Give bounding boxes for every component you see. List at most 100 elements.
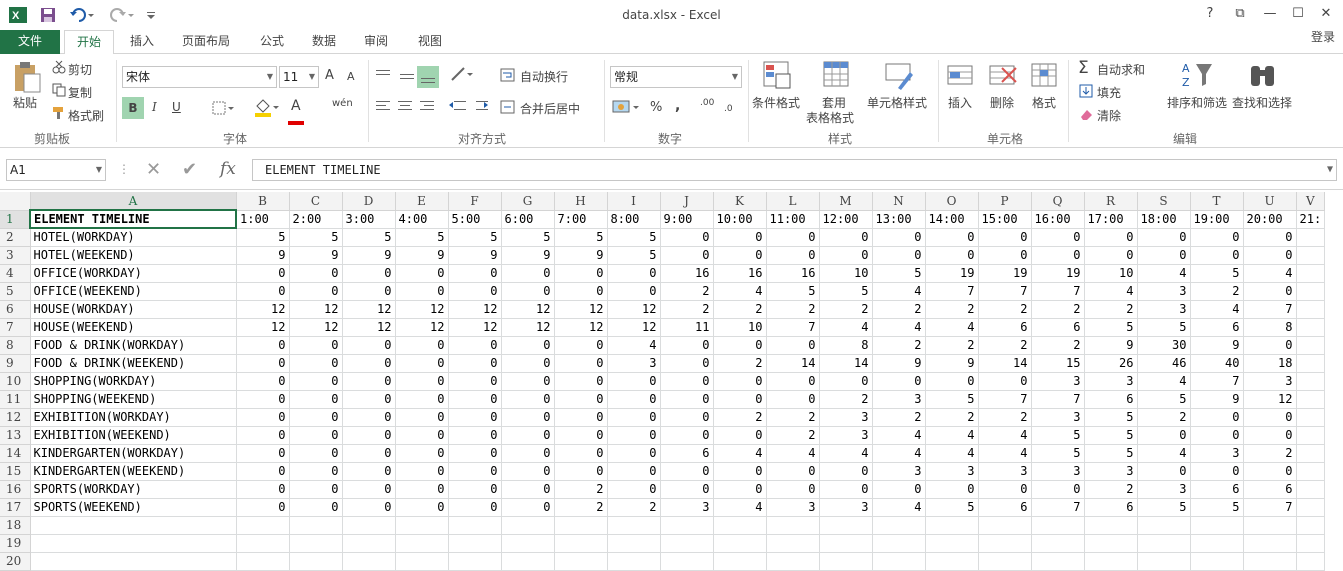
cell[interactable]: 0	[289, 498, 343, 517]
cell[interactable]: 7	[925, 282, 979, 301]
cell[interactable]	[30, 552, 237, 571]
cell[interactable]: 12	[554, 300, 608, 319]
cell[interactable]: 0	[766, 336, 820, 355]
format-cells-button[interactable]: 格式	[1032, 94, 1056, 111]
cell[interactable]	[30, 534, 237, 553]
cell[interactable]: 0	[289, 444, 343, 463]
cell[interactable]: 4	[607, 336, 661, 355]
delete-cells-button[interactable]: 删除	[990, 94, 1014, 111]
enter-icon[interactable]: ✔	[182, 159, 197, 180]
cell[interactable]: 3	[978, 462, 1032, 481]
orientation-icon[interactable]	[450, 66, 476, 87]
maximize-button[interactable]: ☐	[1286, 6, 1310, 24]
cell[interactable]: 0	[1243, 408, 1297, 427]
cell[interactable]: 3	[819, 426, 873, 445]
cell[interactable]: 3	[1031, 408, 1085, 427]
cell[interactable]: 4	[713, 498, 767, 517]
cell[interactable]: 6	[1243, 480, 1297, 499]
row-header[interactable]: 11	[0, 390, 31, 409]
cell[interactable]: 9	[554, 246, 608, 265]
cell[interactable]: 2	[872, 336, 926, 355]
cell[interactable]: 2	[660, 282, 714, 301]
cell[interactable]	[607, 534, 661, 553]
cell[interactable]	[1190, 534, 1244, 553]
column-header-r[interactable]: R	[1084, 192, 1138, 211]
cell[interactable]: 0	[1137, 426, 1191, 445]
cell[interactable]	[30, 516, 237, 535]
cell-styles-button[interactable]: 单元格样式	[867, 94, 927, 111]
cell[interactable]: 0	[819, 480, 873, 499]
column-header-k[interactable]: K	[713, 192, 767, 211]
cell[interactable]: 0	[925, 372, 979, 391]
cell[interactable]: 12	[289, 318, 343, 337]
cell[interactable]: 0	[1243, 336, 1297, 355]
cell[interactable]: 0	[395, 264, 449, 283]
cell[interactable]: 0	[448, 498, 502, 517]
cell[interactable]	[554, 552, 608, 571]
row-header[interactable]: 7	[0, 318, 31, 337]
cell[interactable]: 0	[448, 372, 502, 391]
cell[interactable]: 0	[448, 264, 502, 283]
column-header-p[interactable]: P	[978, 192, 1032, 211]
cell[interactable]: 0	[448, 444, 502, 463]
format-painter-icon[interactable]	[52, 106, 66, 123]
row-header[interactable]: 10	[0, 372, 31, 391]
row-header[interactable]: 12	[0, 408, 31, 427]
cell[interactable]	[1137, 552, 1191, 571]
cell[interactable]	[1296, 426, 1326, 445]
row-header[interactable]: 3	[0, 246, 31, 265]
cell[interactable]: 0	[607, 408, 661, 427]
cell[interactable]: 0	[1243, 462, 1297, 481]
cell[interactable]: 2	[1137, 408, 1191, 427]
cell[interactable]: 7	[978, 390, 1032, 409]
cell[interactable]: 7	[1243, 498, 1297, 517]
wrap-text-button[interactable]: 自动换行	[520, 68, 568, 85]
cell[interactable]	[872, 534, 926, 553]
cell[interactable]: 0	[1243, 246, 1297, 265]
conditional-format-icon[interactable]	[762, 60, 792, 93]
cell[interactable]	[819, 516, 873, 535]
cell[interactable]	[1137, 534, 1191, 553]
cell[interactable]	[766, 534, 820, 553]
cell[interactable]	[766, 552, 820, 571]
cell[interactable]: 5	[1031, 444, 1085, 463]
align-top-icon[interactable]	[374, 66, 440, 91]
cell[interactable]: 7:00	[554, 210, 608, 229]
cell[interactable]: 2	[872, 300, 926, 319]
cell[interactable]: 46	[1137, 354, 1191, 373]
cell[interactable]	[448, 552, 502, 571]
cell[interactable]	[501, 516, 555, 535]
font-color-button[interactable]: A	[291, 98, 301, 114]
tab-view[interactable]: 视图	[410, 30, 450, 54]
cell[interactable]: 0	[766, 372, 820, 391]
cell[interactable]: 0	[289, 354, 343, 373]
cell[interactable]: 0	[501, 426, 555, 445]
cell[interactable]: 0	[607, 390, 661, 409]
cell[interactable]	[289, 534, 343, 553]
cell[interactable]: 5	[1190, 264, 1244, 283]
help-button[interactable]: ?	[1198, 6, 1222, 24]
cell[interactable]: 9	[289, 246, 343, 265]
cell[interactable]: 3	[1190, 444, 1244, 463]
cell[interactable]: 0	[289, 372, 343, 391]
paste-icon[interactable]	[12, 60, 42, 97]
format-table-icon[interactable]	[822, 60, 852, 93]
cell[interactable]: 0	[978, 246, 1032, 265]
cell[interactable]: 2	[1084, 300, 1138, 319]
cell[interactable]: 6	[1190, 480, 1244, 499]
cell[interactable]: 0	[289, 426, 343, 445]
cell[interactable]: 12	[342, 300, 396, 319]
paste-button[interactable]: 粘贴	[13, 94, 37, 111]
eraser-icon[interactable]	[1079, 107, 1093, 124]
cell[interactable]: 0	[395, 480, 449, 499]
cell[interactable]: 0	[872, 228, 926, 247]
decrease-decimal-button[interactable]: .0	[724, 104, 733, 114]
cell[interactable]	[660, 534, 714, 553]
cell[interactable]: 0	[289, 264, 343, 283]
cell[interactable]: 10:00	[713, 210, 767, 229]
fill-button[interactable]: 填充	[1097, 84, 1121, 101]
cell[interactable]: 0	[607, 426, 661, 445]
cell[interactable]: 4	[925, 426, 979, 445]
cell[interactable]: 0	[236, 390, 290, 409]
cell[interactable]: 5	[395, 228, 449, 247]
